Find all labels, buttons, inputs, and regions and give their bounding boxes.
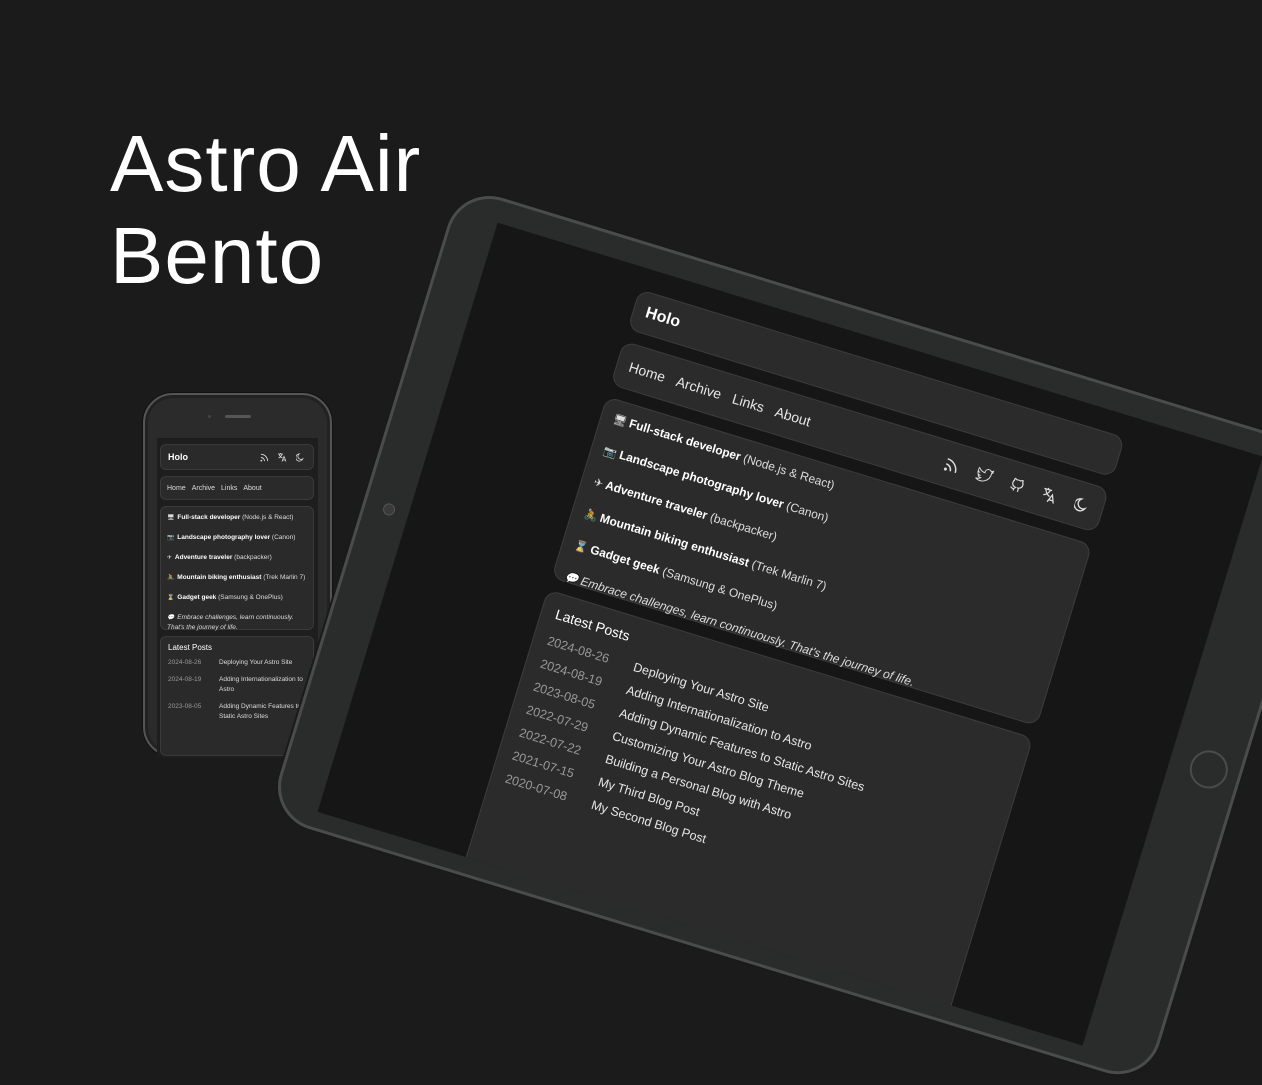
translate-icon[interactable] xyxy=(1038,484,1060,506)
rss-icon[interactable] xyxy=(258,451,270,463)
intro-item: 🖥Full-stack developer (Node.js & React) xyxy=(167,514,294,521)
post-date: 2024-08-19 xyxy=(168,676,202,683)
site-logo[interactable]: Holo xyxy=(643,304,682,332)
moon-icon[interactable] xyxy=(1070,493,1092,515)
airplane-icon: ✈ xyxy=(592,475,605,491)
post-title[interactable]: Adding Dynamic Features to Static Astro … xyxy=(219,702,306,722)
rss-icon[interactable] xyxy=(940,454,962,476)
monitor-icon: 🖥 xyxy=(611,412,629,429)
post-item[interactable]: 2023-08-05 Adding Dynamic Features to Sta… xyxy=(168,702,306,722)
tablet-screen: Holo Home Archive Links About 🖥Full-stac… xyxy=(317,222,1262,1046)
hero-title-line-1: Astro Air xyxy=(110,119,422,208)
speech-bubble-icon: 💬 xyxy=(563,570,580,587)
monitor-icon: 🖥 xyxy=(167,515,175,521)
post-date: 2024-08-26 xyxy=(168,659,202,666)
nav-spacer xyxy=(822,425,928,457)
latest-posts-title: Latest Posts xyxy=(168,643,213,652)
phone-speaker xyxy=(225,415,251,418)
phone-site-header: Holo xyxy=(160,444,314,470)
biker-icon: 🚴 xyxy=(582,507,600,524)
nav-links[interactable]: Links xyxy=(221,485,237,492)
intro-item: 📷Landscape photography lover (Canon) xyxy=(167,534,296,541)
translate-icon[interactable] xyxy=(276,451,288,463)
nav-links[interactable]: Links xyxy=(730,390,766,415)
intro-quote: 💬Embrace challenges, learn continuously.… xyxy=(167,614,294,631)
biker-icon: 🚴 xyxy=(167,575,175,581)
twitter-icon[interactable] xyxy=(973,464,995,486)
intro-item: ⌛Gadget geek (Samsung & OnePlus) xyxy=(167,594,283,601)
hero-title-line-2: Bento xyxy=(110,211,325,300)
tablet-camera xyxy=(381,501,397,517)
phone-intro-card: 🖥 Full-stack developer (Node.js & React) … xyxy=(160,506,314,631)
nav-archive[interactable]: Archive xyxy=(674,373,723,402)
speech-bubble-icon: 💬 xyxy=(167,615,175,621)
intro-item: 🚴Mountain biking enthusiast (Trek Marlin… xyxy=(167,574,306,581)
site-logo[interactable]: Holo xyxy=(168,452,252,462)
intro-item: ✈Adventure traveler (backpacker) xyxy=(167,554,272,561)
phone-site-nav: Home Archive Links About xyxy=(160,476,314,500)
hourglass-icon: ⌛ xyxy=(167,595,175,601)
nav-home[interactable]: Home xyxy=(167,485,186,492)
camera-icon: 📷 xyxy=(167,535,175,541)
phone-camera xyxy=(208,415,211,418)
post-title[interactable]: Adding Internationalization to Astro xyxy=(219,675,306,695)
tablet-frame: Holo Home Archive Links About 🖥Full-stac… xyxy=(267,185,1262,1085)
moon-icon[interactable] xyxy=(294,451,306,463)
hourglass-icon: ⌛ xyxy=(572,538,590,555)
post-title[interactable]: Deploying Your Astro Site xyxy=(219,658,306,668)
nav-archive[interactable]: Archive xyxy=(192,485,215,492)
post-date: 2023-08-05 xyxy=(168,703,202,710)
hero-title: Astro Air Bento xyxy=(110,118,421,302)
nav-home[interactable]: Home xyxy=(627,359,667,385)
camera-icon: 📷 xyxy=(601,443,619,461)
nav-about[interactable]: About xyxy=(773,403,813,429)
phone-screen: Holo Home Archive Links About 🖥 Full-stac… xyxy=(157,438,318,758)
nav-about[interactable]: About xyxy=(243,485,261,492)
airplane-icon: ✈ xyxy=(167,555,172,561)
tablet-home-button[interactable] xyxy=(1185,745,1233,794)
post-item[interactable]: 2024-08-19 Adding Internationalization to… xyxy=(168,675,306,695)
github-icon[interactable] xyxy=(1005,474,1027,496)
tablet-mockup: Holo Home Archive Links About 🖥Full-stac… xyxy=(267,185,1262,1085)
post-item[interactable]: 2024-08-26 Deploying Your Astro Site xyxy=(168,658,306,668)
